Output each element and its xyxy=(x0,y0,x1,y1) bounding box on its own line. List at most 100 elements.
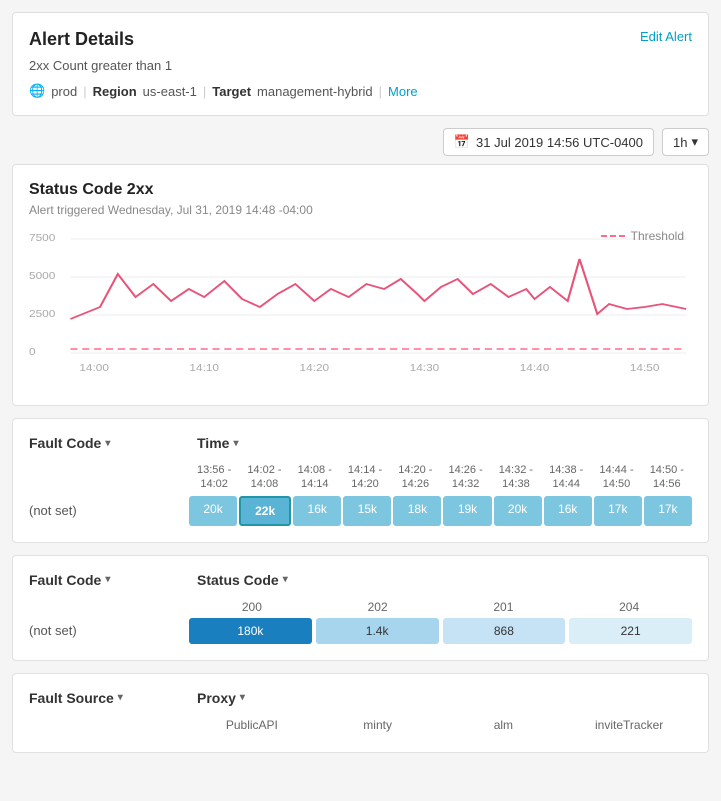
svg-text:14:00: 14:00 xyxy=(79,363,109,374)
proxy-header-minty: minty xyxy=(315,718,441,732)
status-header-202: 202 xyxy=(315,600,441,614)
chart-container: Threshold 7500 5000 2500 0 14:00 14:10 1… xyxy=(29,229,692,389)
chart-subtitle: Alert triggered Wednesday, Jul 31, 2019 … xyxy=(29,203,692,217)
time-header-5: 14:26 -14:32 xyxy=(440,463,490,492)
svg-text:7500: 7500 xyxy=(29,233,55,244)
alert-meta: 🌐 prod | Region us-east-1 | Target manag… xyxy=(29,83,692,99)
time-table-wrapper: 13:56 -14:02 14:02 -14:08 14:08 -14:14 1… xyxy=(29,463,692,526)
proxy-header-invitetracker: inviteTracker xyxy=(566,718,692,732)
fault-time-header: Fault Code ▾ Time ▾ xyxy=(29,435,692,451)
cell-6[interactable]: 20k xyxy=(494,496,542,526)
cell-9[interactable]: 17k xyxy=(644,496,692,526)
time-dropdown-arrow: ▾ xyxy=(233,438,238,449)
separator3: | xyxy=(379,84,382,99)
status-cell-201[interactable]: 868 xyxy=(443,618,566,644)
threshold-legend: Threshold xyxy=(601,229,684,243)
status-row-label: (not set) xyxy=(29,623,189,638)
separator2: | xyxy=(203,84,206,99)
time-header-2: 14:08 -14:14 xyxy=(290,463,340,492)
target-label: Target xyxy=(212,84,251,99)
time-range-selector[interactable]: 1h ▾ xyxy=(662,128,709,156)
cell-8[interactable]: 17k xyxy=(594,496,642,526)
target-value: management-hybrid xyxy=(257,84,373,99)
time-cells: 20k 22k 16k 15k 18k 19k 20k 16k 17k 17k xyxy=(189,496,692,526)
cell-4[interactable]: 18k xyxy=(393,496,441,526)
cell-0[interactable]: 20k xyxy=(189,496,237,526)
chart-card: Status Code 2xx Alert triggered Wednesda… xyxy=(12,164,709,406)
fault-code-time-card: Fault Code ▾ Time ▾ 13:56 -14:02 14:02 -… xyxy=(12,418,709,543)
chart-svg: 7500 5000 2500 0 14:00 14:10 14:20 14:30… xyxy=(29,229,692,379)
chart-title: Status Code 2xx xyxy=(29,181,692,199)
time-header-9: 14:50 -14:56 xyxy=(642,463,692,492)
threshold-line-icon xyxy=(601,235,625,237)
fault-source-header: Fault Source ▾ Proxy ▾ xyxy=(29,690,692,706)
status-cell-204[interactable]: 221 xyxy=(569,618,692,644)
cell-3[interactable]: 15k xyxy=(343,496,391,526)
cell-5[interactable]: 19k xyxy=(443,496,491,526)
proxy-col-headers: PublicAPI minty alm inviteTracker xyxy=(189,718,692,732)
alert-title: Alert Details xyxy=(29,29,134,50)
datetime-selector[interactable]: 📅 31 Jul 2019 14:56 UTC-0400 xyxy=(443,128,654,156)
row-label-0: (not set) xyxy=(29,503,189,518)
fault-code-dropdown-arrow: ▾ xyxy=(105,438,110,449)
cell-2[interactable]: 16k xyxy=(293,496,341,526)
more-link[interactable]: More xyxy=(388,84,418,99)
env-value: prod xyxy=(51,84,77,99)
time-header-8: 14:44 -14:50 xyxy=(591,463,641,492)
table-row: (not set) 20k 22k 16k 15k 18k 19k 20k 16… xyxy=(29,496,692,526)
calendar-icon: 📅 xyxy=(454,134,470,150)
cell-7[interactable]: 16k xyxy=(544,496,592,526)
time-header-3: 14:14 -14:20 xyxy=(340,463,390,492)
status-cell-202[interactable]: 1.4k xyxy=(316,618,439,644)
status-cells: 180k 1.4k 868 221 xyxy=(189,618,692,644)
svg-text:0: 0 xyxy=(29,347,36,358)
proxy-header-publicapi: PublicAPI xyxy=(189,718,315,732)
separator: | xyxy=(83,84,86,99)
fault-code-status-card: Fault Code ▾ Status Code ▾ 200 202 201 2… xyxy=(12,555,709,661)
time-range-value: 1h xyxy=(673,135,687,150)
status-code-col-label[interactable]: Status Code ▾ xyxy=(197,572,288,588)
alert-description: 2xx Count greater than 1 xyxy=(29,58,692,73)
svg-text:14:40: 14:40 xyxy=(520,363,550,374)
status-col-headers: 200 202 201 204 xyxy=(189,600,692,614)
datetime-bar: 📅 31 Jul 2019 14:56 UTC-0400 1h ▾ xyxy=(12,128,709,156)
dropdown-arrow-icon: ▾ xyxy=(691,134,698,150)
alert-details-card: Alert Details Edit Alert 2xx Count great… xyxy=(12,12,709,116)
fault-source-col-label[interactable]: Fault Source ▾ xyxy=(29,690,189,706)
time-header-1: 14:02 -14:08 xyxy=(239,463,289,492)
status-cell-200[interactable]: 180k xyxy=(189,618,312,644)
alert-header: Alert Details Edit Alert xyxy=(29,29,692,50)
fault-code2-dropdown-arrow: ▾ xyxy=(105,574,110,585)
status-table-wrapper: 200 202 201 204 (not set) 180k 1.4k 868 … xyxy=(29,600,692,644)
status-table-row: (not set) 180k 1.4k 868 221 xyxy=(29,618,692,644)
fault-source-card: Fault Source ▾ Proxy ▾ PublicAPI minty a… xyxy=(12,673,709,753)
datetime-value: 31 Jul 2019 14:56 UTC-0400 xyxy=(476,135,643,150)
cell-1-highlighted[interactable]: 22k xyxy=(239,496,291,526)
svg-text:2500: 2500 xyxy=(29,309,55,320)
svg-text:14:10: 14:10 xyxy=(189,363,219,374)
fault-code-col-label[interactable]: Fault Code ▾ xyxy=(29,435,189,451)
time-header-7: 14:38 -14:44 xyxy=(541,463,591,492)
svg-text:14:50: 14:50 xyxy=(630,363,660,374)
status-header-204: 204 xyxy=(566,600,692,614)
edit-alert-link[interactable]: Edit Alert xyxy=(640,29,692,44)
threshold-label: Threshold xyxy=(631,229,684,243)
status-header-200: 200 xyxy=(189,600,315,614)
svg-text:14:30: 14:30 xyxy=(410,363,440,374)
status-header-201: 201 xyxy=(441,600,567,614)
proxy-dropdown-arrow: ▾ xyxy=(240,692,245,703)
time-col-headers: 13:56 -14:02 14:02 -14:08 14:08 -14:14 1… xyxy=(189,463,692,492)
fault-code-col-label-2[interactable]: Fault Code ▾ xyxy=(29,572,189,588)
status-code-dropdown-arrow: ▾ xyxy=(283,574,288,585)
svg-text:14:20: 14:20 xyxy=(300,363,330,374)
region-label: Region xyxy=(93,84,137,99)
time-header-0: 13:56 -14:02 xyxy=(189,463,239,492)
region-value: us-east-1 xyxy=(143,84,197,99)
time-header-6: 14:32 -14:38 xyxy=(491,463,541,492)
svg-text:5000: 5000 xyxy=(29,271,55,282)
globe-icon: 🌐 xyxy=(29,83,45,99)
time-col-label[interactable]: Time ▾ xyxy=(197,435,238,451)
fault-source-dropdown-arrow: ▾ xyxy=(118,692,123,703)
proxy-col-label[interactable]: Proxy ▾ xyxy=(197,690,245,706)
proxy-header-alm: alm xyxy=(441,718,567,732)
